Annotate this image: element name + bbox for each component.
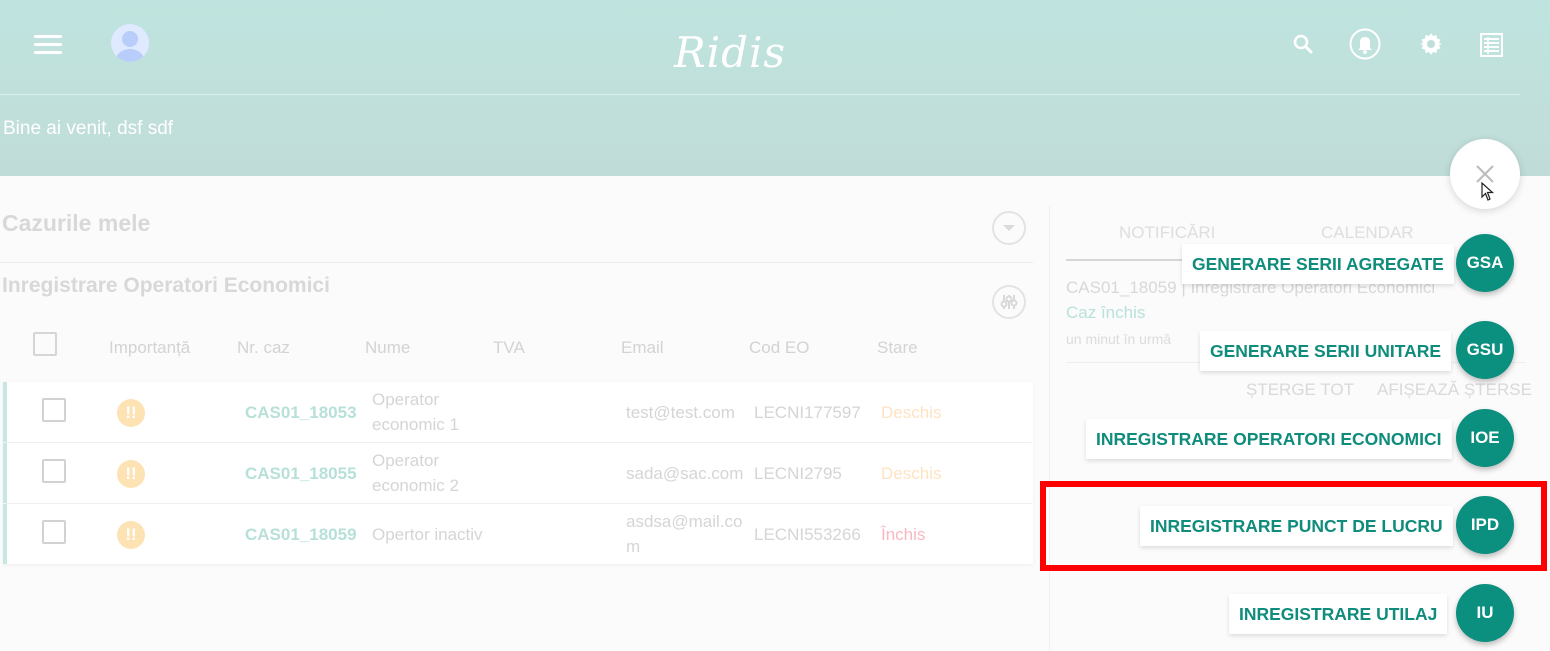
fab-ioe-button[interactable]: IOE — [1456, 409, 1514, 467]
sliders-icon — [1000, 295, 1018, 309]
notification-status: Caz închis — [1066, 303, 1146, 322]
header-divider — [0, 94, 1520, 95]
fab-gsu-button[interactable]: GSU — [1456, 321, 1514, 379]
column-header-importance[interactable]: Importanță — [109, 338, 190, 358]
panel-divider — [1049, 206, 1050, 651]
chevron-down-icon — [1003, 225, 1015, 231]
status-badge: Deschis — [881, 403, 942, 422]
notification-bell-icon[interactable] — [1349, 28, 1381, 65]
email-cell: sada@sac.com — [626, 464, 744, 483]
row-checkbox[interactable] — [42, 398, 66, 422]
fab-label-iu[interactable]: INREGISTRARE UTILAJ — [1229, 594, 1448, 634]
operator-name-line: economic 2 — [372, 476, 459, 495]
show-deleted-button[interactable]: AFIȘEAZĂ ȘTERSE — [1377, 380, 1532, 400]
fab-label-gsu[interactable]: GENERARE SERII UNITARE — [1200, 331, 1452, 371]
fab-label-ipd[interactable]: INREGISTRARE PUNCT DE LUCRU — [1140, 506, 1453, 546]
case-number-link[interactable]: CAS01_18053 — [245, 400, 357, 425]
column-header-email[interactable]: Email — [621, 338, 664, 358]
expand-cases-button[interactable] — [992, 211, 1026, 245]
app-logo: Ridis — [674, 28, 786, 77]
column-header-eo-code[interactable]: Cod EO — [749, 338, 809, 358]
fab-ipd-button[interactable]: IPD — [1456, 496, 1514, 554]
case-number-link[interactable]: CAS01_18059 — [245, 522, 357, 547]
fab-iu-button[interactable]: IU — [1456, 584, 1514, 642]
status-badge: Deschis — [881, 464, 942, 483]
search-icon[interactable] — [1293, 34, 1313, 59]
divider — [0, 262, 1033, 263]
select-all-checkbox[interactable] — [33, 332, 57, 356]
importance-icon: !! — [117, 399, 145, 427]
fab-gsa-button[interactable]: GSA — [1456, 234, 1514, 292]
importance-icon: !! — [117, 460, 145, 488]
operator-name-line: Operator — [372, 451, 440, 470]
operator-name-line: economic 1 — [372, 415, 459, 434]
notification-time: un minut în urmă — [1066, 331, 1172, 347]
operator-name: Opertor inactiv — [372, 525, 483, 544]
email-cell: test@test.com — [626, 403, 735, 422]
filter-settings-button[interactable] — [992, 285, 1026, 319]
tab-calendar[interactable]: CALENDAR — [1321, 223, 1414, 243]
case-number-link[interactable]: CAS01_18055 — [245, 461, 357, 486]
operator-name: Operator economic 1 — [372, 387, 459, 437]
table-row[interactable]: !! CAS01_18059 Opertor inactiv asdsa@mai… — [3, 504, 1033, 564]
operator-name-line: Operator — [372, 390, 440, 409]
status-badge: Închis — [881, 525, 926, 544]
row-checkbox[interactable] — [42, 520, 66, 544]
table-row[interactable]: !! CAS01_18055 Operator economic 2 sada@… — [3, 443, 1033, 503]
importance-icon: !! — [117, 521, 145, 549]
clear-all-button[interactable]: ȘTERGE TOT — [1246, 380, 1354, 400]
welcome-message: Bine ai venit, dsf sdf — [3, 118, 174, 139]
list-icon[interactable] — [1480, 33, 1503, 62]
column-header-name[interactable]: Nume — [365, 338, 410, 358]
section-title: Inregistrare Operatori Economici — [2, 274, 330, 297]
table-row[interactable]: !! CAS01_18053 Operator economic 1 test@… — [3, 382, 1033, 442]
column-header-status[interactable]: Stare — [877, 338, 918, 358]
column-header-case-number[interactable]: Nr. caz — [237, 338, 290, 358]
operator-name: Operator economic 2 — [372, 448, 459, 498]
eo-code-cell: LECNI553266 — [754, 525, 861, 544]
fab-label-gsa[interactable]: GENERARE SERII AGREGATE — [1182, 244, 1454, 284]
cases-title: Cazurile mele — [2, 210, 151, 236]
eo-code-cell: LECNI177597 — [754, 403, 861, 422]
column-header-vat[interactable]: TVA — [493, 338, 525, 358]
mouse-cursor-icon — [1481, 181, 1495, 207]
app-header: Ridis Bine ai venit, dsf sdf — [0, 0, 1550, 176]
email-cell: asdsa@mail.co m — [626, 509, 742, 559]
fab-label-ioe[interactable]: INREGISTRARE OPERATORI ECONOMICI — [1086, 419, 1452, 459]
email-line: asdsa@mail.co — [626, 512, 743, 531]
tab-notifications[interactable]: NOTIFICĂRI — [1119, 223, 1215, 243]
menu-icon[interactable] — [34, 33, 62, 55]
gear-icon[interactable] — [1419, 32, 1443, 61]
avatar[interactable] — [111, 24, 149, 62]
eo-code-cell: LECNI2795 — [754, 464, 842, 483]
email-line: m — [626, 537, 641, 556]
row-checkbox[interactable] — [42, 459, 66, 483]
